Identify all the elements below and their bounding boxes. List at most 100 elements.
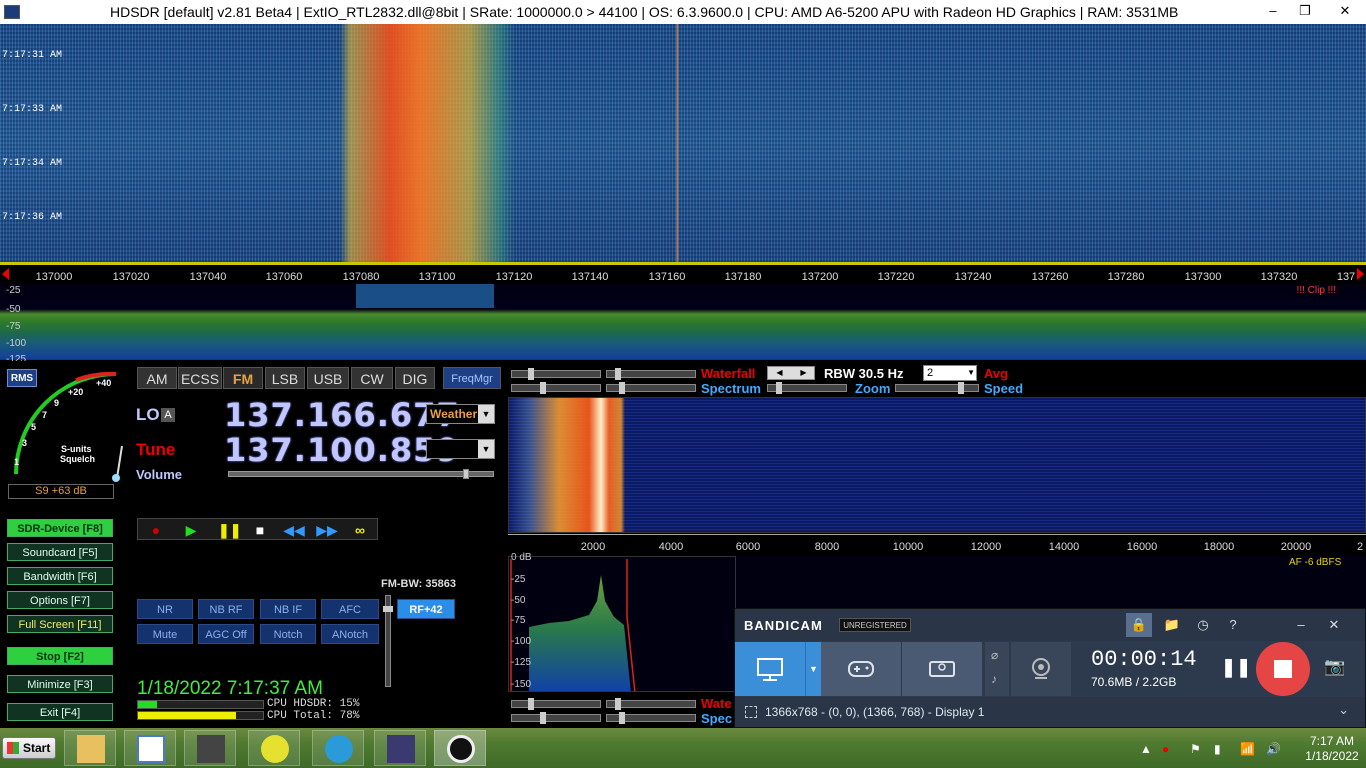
soundcard-button[interactable]: Soundcard [F5] — [7, 543, 113, 561]
folder-icon[interactable]: 📁 — [1159, 613, 1185, 637]
help-icon[interactable]: ? — [1220, 613, 1246, 637]
screen-record-mode-button[interactable] — [735, 642, 805, 696]
stop-recording-button[interactable] — [1256, 642, 1310, 696]
spectrum-contrast-slider[interactable] — [511, 382, 601, 394]
scroll-right-arrow-icon[interactable] — [1357, 268, 1364, 280]
taskbar-winamp-hd[interactable] — [374, 730, 426, 766]
sdr-device-button[interactable]: SDR-Device [F8] — [7, 519, 113, 537]
fast-forward-icon[interactable]: ▶▶ — [316, 519, 338, 541]
microphone-icon[interactable]: ♪ — [991, 672, 997, 686]
rf-spectrum[interactable]: -25 -50 -75 -100 -125 !!! Clip !!! — [0, 284, 1366, 365]
tune-frequency[interactable]: 137.100.859 — [224, 431, 460, 469]
nb-rf-button[interactable]: NB RF — [198, 599, 254, 619]
mode-usb-button[interactable]: USB — [307, 367, 349, 389]
scroll-left-arrow-icon[interactable] — [2, 268, 9, 280]
af-spectrum-right[interactable] — [736, 556, 1366, 608]
record-icon[interactable]: ● — [148, 519, 164, 541]
fm-bandwidth-slider[interactable] — [383, 595, 393, 687]
spectrum-brightness-slider[interactable] — [606, 382, 696, 394]
nb-if-button[interactable]: NB IF — [260, 599, 316, 619]
mode-cw-button[interactable]: CW — [351, 367, 393, 389]
unregistered-badge[interactable]: UNREGISTERED — [839, 618, 911, 632]
minimize-app-button[interactable]: Minimize [F3] — [7, 675, 113, 693]
slider-knob[interactable] — [615, 698, 621, 710]
freqmgr-button[interactable]: FreqMgr — [443, 367, 501, 389]
slider-knob[interactable] — [615, 368, 621, 380]
tune-preset-select[interactable]: ▼ — [426, 439, 495, 459]
restore-button[interactable]: ❐ — [1290, 0, 1320, 24]
volume-slider[interactable] — [228, 469, 494, 479]
rewind-icon[interactable]: ◀◀ — [283, 519, 305, 541]
taskbar-file-explorer[interactable] — [64, 730, 116, 766]
pause-icon[interactable]: ❚❚ — [1221, 657, 1251, 678]
chevron-down-icon[interactable]: ⌄ — [1338, 702, 1349, 718]
taskbar-clock[interactable]: 7:17 AM 1/18/2022 — [1300, 734, 1364, 764]
bandwidth-button[interactable]: Bandwidth [F6] — [7, 567, 113, 585]
loop-icon[interactable]: ∞ — [346, 519, 374, 541]
taskbar-tennis-ball-app[interactable] — [248, 730, 300, 766]
mode-am-button[interactable]: AM — [137, 367, 177, 389]
avg-select[interactable]: 2 ▼ — [923, 365, 977, 381]
stop-icon[interactable]: ■ — [252, 519, 268, 541]
af-spectrum[interactable] — [508, 556, 736, 692]
mute-button[interactable]: Mute — [137, 624, 193, 644]
pause-icon[interactable]: ❚❚ — [218, 519, 241, 541]
show-hidden-icons-icon[interactable]: ▲ — [1140, 742, 1152, 756]
start-button[interactable]: Start — [2, 737, 56, 759]
waterfall-contrast-slider[interactable] — [511, 368, 601, 380]
lower-spectrum-contrast-slider[interactable] — [511, 712, 601, 724]
taskbar-wordpad[interactable] — [124, 730, 176, 766]
stop-button[interactable]: Stop [F2] — [7, 647, 113, 665]
minimize-button[interactable]: – — [1258, 0, 1288, 24]
slider-knob[interactable] — [528, 368, 534, 380]
lo-frequency[interactable]: 137.166.677 — [224, 396, 460, 434]
frequency-scale[interactable]: 137000 137020 137040 137060 137080 13710… — [0, 262, 1366, 284]
rms-button[interactable]: RMS — [7, 369, 37, 387]
mode-ecss-button[interactable]: ECSS — [178, 367, 222, 389]
rf-waterfall[interactable]: 7:17:31 AM 7:17:33 AM 7:17:34 AM 7:17:36… — [0, 24, 1366, 262]
slider-knob[interactable] — [776, 382, 782, 394]
slider-knob[interactable] — [528, 698, 534, 710]
network-icon[interactable]: 📶 — [1240, 742, 1255, 756]
clock-icon[interactable]: ◷ — [1190, 613, 1216, 637]
lo-lock-button[interactable]: A — [161, 408, 175, 422]
lock-icon[interactable]: 🔒 — [1126, 613, 1152, 637]
chevron-down-icon[interactable]: ▼ — [805, 642, 821, 696]
taskbar-bandicam[interactable] — [434, 730, 486, 766]
anotch-button[interactable]: ANotch — [321, 624, 379, 644]
afc-button[interactable]: AFC — [321, 599, 379, 619]
game-record-mode-button[interactable] — [821, 642, 901, 696]
lower-waterfall-brightness-slider[interactable] — [606, 698, 696, 710]
device-record-mode-button[interactable] — [902, 642, 982, 696]
arrow-right-icon[interactable]: ▶ — [792, 367, 815, 379]
lower-spectrum-brightness-slider[interactable] — [606, 712, 696, 724]
action-center-icon[interactable]: ⚑ — [1190, 742, 1201, 756]
close-icon[interactable]: ✕ — [1321, 613, 1347, 637]
mode-dig-button[interactable]: DIG — [395, 367, 435, 389]
nr-button[interactable]: NR — [137, 599, 193, 619]
fullscreen-button[interactable]: Full Screen [F11] — [7, 615, 113, 633]
play-icon[interactable]: ▶ — [183, 519, 199, 541]
filter-passband[interactable] — [356, 284, 494, 308]
bandicam-tray-icon[interactable]: ● — [1162, 742, 1169, 756]
slider-knob[interactable] — [619, 712, 625, 724]
close-button[interactable]: ✕ — [1330, 0, 1360, 24]
waterfall-brightness-slider[interactable] — [606, 368, 696, 380]
af-waterfall[interactable] — [508, 397, 1366, 533]
taskbar-photo-viewer[interactable] — [184, 730, 236, 766]
slider-knob[interactable] — [383, 606, 393, 612]
slider-knob[interactable] — [619, 382, 625, 394]
waterfall-step-arrows[interactable]: ◀ ▶ — [767, 366, 815, 380]
lower-waterfall-contrast-slider[interactable] — [511, 698, 601, 710]
taskbar-edge-beta[interactable] — [312, 730, 364, 766]
camera-icon[interactable]: 📷 — [1324, 657, 1345, 677]
webcam-button[interactable] — [1011, 642, 1071, 696]
volume-icon[interactable]: 🔊 — [1266, 742, 1281, 756]
zoom-slider[interactable] — [767, 382, 847, 394]
slider-knob[interactable] — [540, 712, 546, 724]
mode-fm-button[interactable]: FM — [223, 367, 263, 389]
notch-button[interactable]: Notch — [260, 624, 316, 644]
slider-knob[interactable] — [463, 469, 469, 479]
mic-mute-icon[interactable]: ⌀ — [991, 648, 998, 662]
options-button[interactable]: Options [F7] — [7, 591, 113, 609]
